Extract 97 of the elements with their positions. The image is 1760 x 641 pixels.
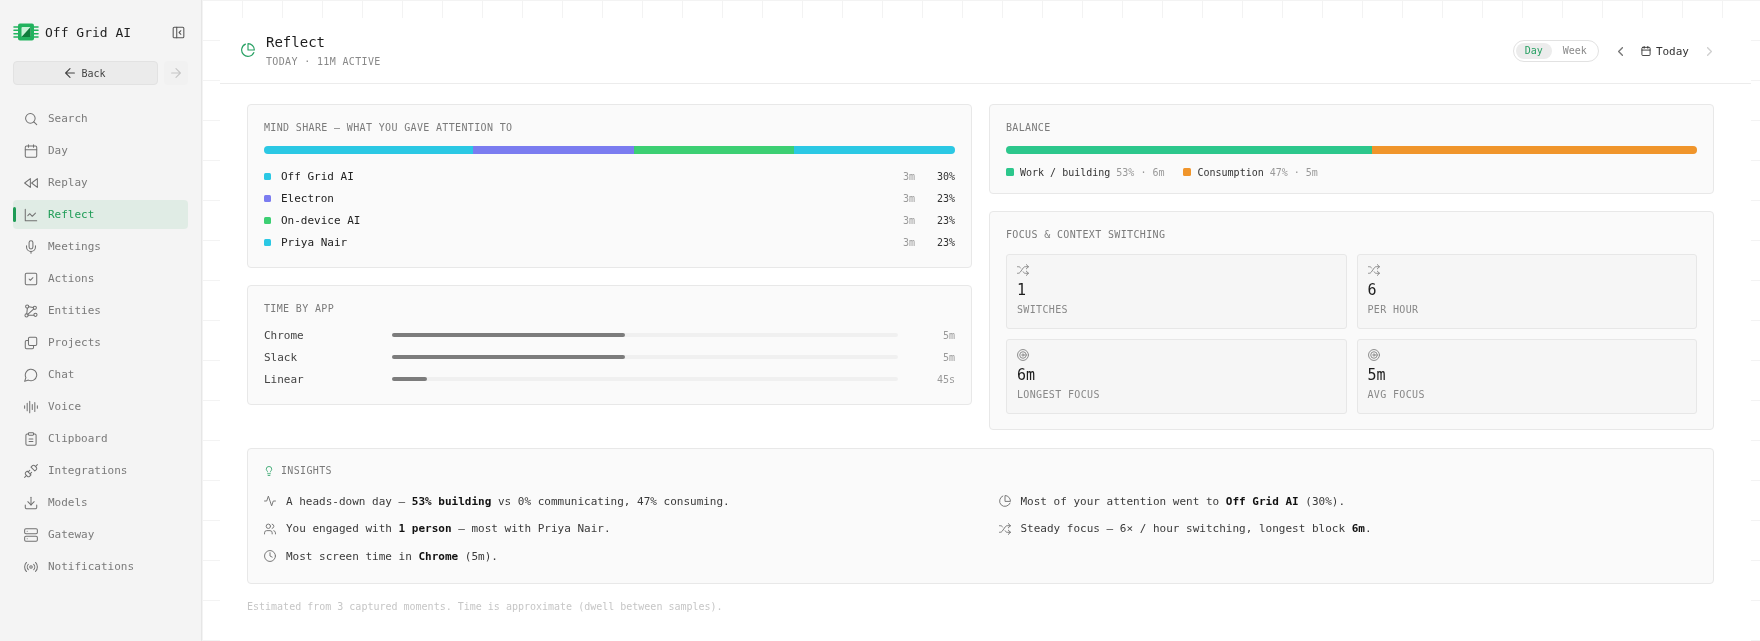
pie-chart-icon [998,495,1011,507]
nav-item[interactable]: Entities [13,296,188,325]
nav-item[interactable]: Integrations [13,456,188,485]
calendar-icon [24,143,38,158]
app-name: Linear [264,372,305,386]
topic-share: 23% [935,192,955,204]
stat-label: LONGEST FOCUS [1017,388,1100,402]
pulse-icon [264,495,276,507]
app-duration: 5m [941,329,955,341]
plug-icon [24,463,38,478]
nav-item[interactable]: Chat [13,360,188,389]
arrow-right-icon [171,68,181,78]
stat-value: 5m [1367,366,1386,384]
range-tab[interactable]: Week [1553,43,1596,59]
rewind-icon [24,175,38,190]
chevron-left-icon [1617,46,1623,56]
users-icon [264,522,276,535]
line-chart-icon [24,207,38,222]
lightbulb-icon [264,466,274,476]
nav-item[interactable]: Replay [13,168,188,197]
nav-item[interactable]: Search [13,104,188,133]
topic-share: 30% [935,170,955,182]
panel-icon [172,25,185,39]
chevron-right-icon [1707,46,1712,56]
nav-item[interactable]: Clipboard [13,424,188,453]
app-duration: 5m [941,351,955,363]
back-button[interactable]: Back [13,61,158,85]
shuffle-icon [1367,264,1380,276]
calendar-icon [1640,46,1651,56]
stat-value: 6m [1017,366,1036,384]
topic-time: 3m [902,170,915,182]
topic-name: Electron [281,191,334,205]
page-subtitle: TODAY · 11M ACTIVE [266,55,381,69]
insight-text: You engaged with 1 person — most with Priya Nair. [286,522,611,535]
card-title: MIND SHARE — WHAT YOU GAVE ATTENTION TO [264,121,513,135]
pie-chart-icon [241,43,255,57]
stat-label: PER HOUR [1367,303,1419,317]
previous-button[interactable] [1617,46,1623,56]
microphone-icon [24,239,38,254]
target-icon [1367,349,1380,361]
nav-item[interactable]: Notifications [13,552,188,581]
balance-detail: 53% · 6m [1116,166,1165,178]
topic-share: 23% [935,214,955,226]
nav-item[interactable]: Gateway [13,520,188,549]
stat-value: 6 [1367,281,1377,299]
stat-label: SWITCHES [1017,303,1068,317]
stacked-squares-icon [24,335,38,350]
topic-share: 23% [935,236,955,248]
waveform-icon [24,399,38,414]
search-icon [24,111,38,126]
insight-text: Most screen time in Chrome (5m). [286,549,498,563]
clock-icon [264,550,276,562]
shuffle-icon [998,522,1011,535]
shuffle-icon [1017,264,1029,276]
app-name: Slack [264,350,299,364]
insight-text: Most of your attention went to Off Grid AI (30%). [1020,494,1346,508]
speech-bubble-icon [24,367,38,382]
nav-item[interactable]: Models [13,488,188,517]
insight-text: A heads-down day — 53% building vs 0% communicating, 47% consuming. [286,494,730,508]
nav-item[interactable]: Meetings [13,232,188,261]
checkbox-icon [24,271,38,286]
topic-name: On-device AI [281,213,361,227]
topic-time: 3m [902,192,915,204]
download-icon [24,495,38,510]
topic-time: 3m [902,236,915,248]
range-tab[interactable]: Day [1515,43,1552,59]
nav-item[interactable]: Day [13,136,188,165]
balance-detail: 47% · 5m [1269,166,1318,178]
chip-icon [13,23,39,41]
balance-label: Consumption [1197,166,1264,178]
nav-item[interactable]: Projects [13,328,188,357]
nav-item[interactable]: Reflect [13,200,188,229]
server-icon [24,527,38,542]
card-title: BALANCE [1006,121,1051,135]
arrow-left-icon [65,68,76,78]
page-title: Reflect [266,33,325,51]
balance-label: Work / building [1020,166,1111,178]
nav-item[interactable]: Actions [13,264,188,293]
sidebar-toggle-button[interactable] [172,25,185,39]
app-duration: 45s [935,373,955,385]
today-button[interactable]: Today [1640,44,1689,58]
app-name: Chrome [264,328,305,342]
nav-item[interactable]: Voice [13,392,188,421]
card-title: INSIGHTS [281,464,332,478]
card-title: TIME BY APP [264,302,335,316]
topic-name: Off Grid AI [281,169,354,183]
topic-name: Priya Nair [281,235,348,249]
broadcast-icon [24,559,38,574]
topic-time: 3m [902,214,915,226]
stat-label: AVG FOCUS [1367,388,1425,402]
stat-value: 1 [1017,281,1027,299]
card-title: FOCUS & CONTEXT SWITCHING [1006,228,1166,242]
nodes-icon [24,303,38,318]
insight-text: Steady focus — 6× / hour switching, longest block 6m. [1020,522,1372,535]
app-name: Off Grid AI [45,24,132,40]
target-icon [1017,349,1029,361]
clipboard-icon [24,431,38,446]
